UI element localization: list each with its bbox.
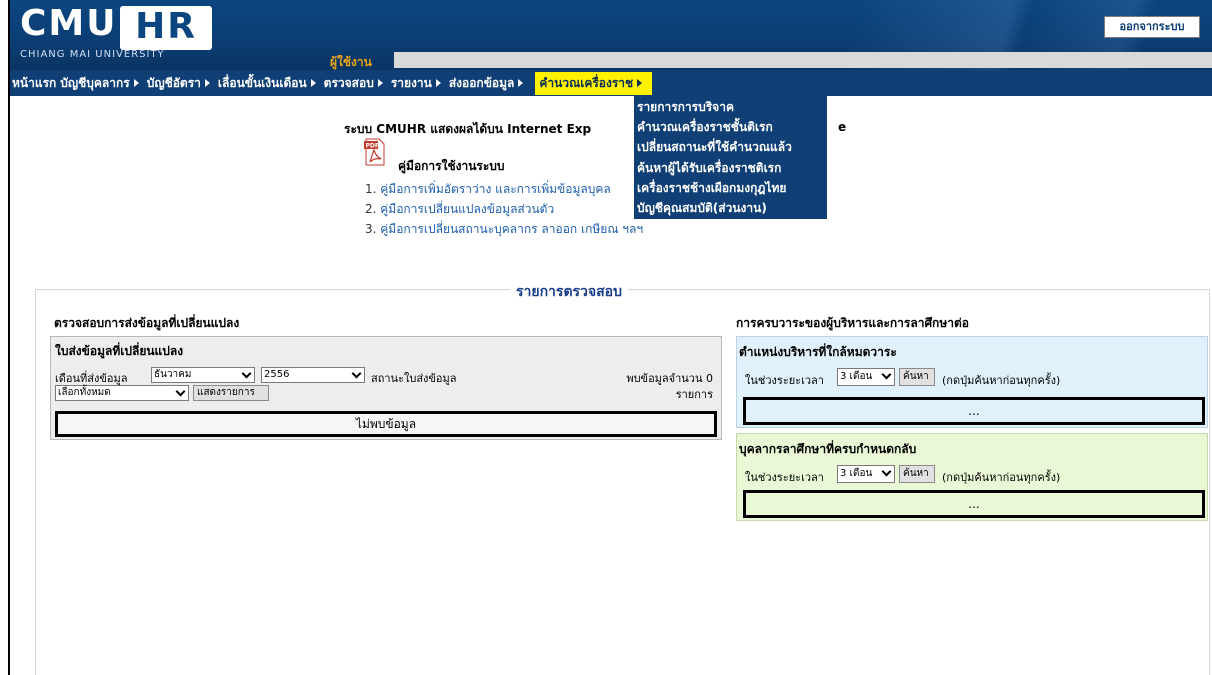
logo-cmu: CMU	[20, 3, 118, 44]
chevron-down-icon	[881, 466, 892, 477]
no-data-message: ไม่พบข้อมูล	[55, 411, 717, 437]
user-label: ผู้ใช้งาน	[330, 55, 372, 69]
nav-item-label: ตรวจสอบ	[323, 75, 374, 90]
exec-box-title: ตำแหน่งบริหารที่ใกล้หมดวาระ	[739, 345, 897, 359]
caret-right-icon	[310, 79, 316, 87]
study-result-placeholder: ...	[743, 490, 1205, 518]
manual-link[interactable]: คู่มือการเพิ่มอัตราว่าง และการเพิ่มข้อมู…	[380, 182, 610, 196]
chevron-down-icon	[351, 368, 362, 379]
dropdown-item-4[interactable]: เครื่องราชช้างเผือกมงกุฎไทย	[634, 178, 827, 198]
logo-hr: HR	[135, 6, 197, 47]
dropdown-item-0[interactable]: รายการการบริจาค	[634, 97, 827, 117]
svg-text:PDF: PDF	[366, 143, 379, 150]
user-info-bar	[394, 52, 1212, 68]
nav-item-2[interactable]: บัญชีอัตรา	[147, 74, 214, 93]
nav-item-4[interactable]: ตรวจสอบ	[324, 74, 387, 93]
dropdown-item-1[interactable]: คำนวณเครื่องราชชั้นติเรก	[634, 117, 827, 137]
month-value: ธันวาคม	[154, 369, 192, 380]
manual-number: 2.	[365, 202, 377, 216]
search-button[interactable]: ค้นหา	[899, 368, 935, 386]
check-title: รายการตรวจสอบ	[510, 281, 628, 303]
logo-hr-box: HR	[120, 6, 212, 50]
nav-item-label: ส่งออกข้อมูล	[448, 75, 515, 90]
nav-item-label: บัญชีบุคลากร	[60, 75, 130, 90]
status-select[interactable]: เลือกทั้งหมด	[55, 385, 189, 401]
app-frame: CMU HR CHIANG MAI UNIVERSITY ผู้ใช้งาน อ…	[8, 0, 1212, 675]
browser-notice-tail: e	[838, 120, 847, 134]
year-select[interactable]: 2556	[261, 367, 365, 383]
search-hint: (กดปุ่มค้นหาก่อนทุกครั้ง)	[942, 374, 1061, 387]
chevron-down-icon	[175, 386, 186, 397]
dropdown-item-2[interactable]: เปลี่ยนสถานะที่ใช้คำนวณแล้ว	[634, 137, 827, 157]
caret-right-icon	[518, 79, 524, 87]
nav-item-label: รายงาน	[390, 75, 432, 90]
manual-title: คู่มือการใช้งานระบบ	[398, 159, 505, 173]
dropdown-item-5[interactable]: บัญชีคุณสมบัติ(ส่วนงาน)	[634, 198, 827, 218]
caret-right-icon	[435, 79, 441, 87]
nav-item-label: คำนวณเครื่องราช	[539, 75, 634, 90]
month-select[interactable]: ธันวาคม	[151, 367, 255, 383]
executive-term-box: ตำแหน่งบริหารที่ใกล้หมดวาระ ในช่วงระยะเว…	[736, 336, 1208, 428]
manual-number: 1.	[365, 182, 377, 196]
caret-right-icon	[637, 79, 643, 87]
browser-notice: ระบบ CMUHR แสดงผลได้บน Internet Exp	[344, 122, 592, 136]
pdf-file-icon: PDF	[364, 138, 385, 166]
manual-item-2: 2. คู่มือการเปลี่ยนแปลงข้อมูลส่วนตัว	[365, 200, 554, 219]
logo-subtitle: CHIANG MAI UNIVERSITY	[20, 49, 165, 60]
nav-item-0[interactable]: หน้าแรก	[12, 74, 56, 93]
study-box-title: บุคลากรลาศึกษาที่ครบกำหนดกลับ	[739, 442, 917, 456]
show-list-button[interactable]: แสดงรายการ	[193, 385, 269, 401]
exec-result-placeholder: ...	[743, 397, 1205, 425]
change-check-heading: ตรวจสอบการส่งข้อมูลที่เปลี่ยนแปลง	[54, 316, 240, 330]
change-box-title: ใบส่งข้อมูลที่เปลี่ยนแปลง	[55, 344, 184, 358]
manual-item-3: 3. คู่มือการเปลี่ยนสถานะบุคลากร ลาออก เก…	[365, 220, 643, 239]
status-value: เลือกทั้งหมด	[58, 387, 111, 398]
manual-number: 3.	[365, 222, 377, 236]
dropdown-menu: รายการการบริจาค คำนวณเครื่องราชชั้นติเรกเ…	[634, 96, 827, 219]
nav-item-label: เลื่อนขั้นเงินเดือน	[217, 75, 307, 90]
chevron-down-icon	[241, 368, 252, 379]
range-select[interactable]: 3 เดือน	[837, 465, 895, 483]
range-label: ในช่วงระยะเวลา	[745, 471, 824, 484]
nav-item-3[interactable]: เลื่อนขั้นเงินเดือน	[218, 74, 320, 93]
nav-item-label: บัญชีอัตรา	[146, 75, 201, 90]
manual-link[interactable]: คู่มือการเปลี่ยนแปลงข้อมูลส่วนตัว	[380, 202, 554, 216]
search-button[interactable]: ค้นหา	[899, 465, 935, 483]
caret-right-icon	[133, 79, 139, 87]
nav-item-5[interactable]: รายงาน	[391, 74, 445, 93]
range-select[interactable]: 3 เดือน	[837, 368, 895, 386]
year-value: 2556	[264, 369, 290, 380]
nav-item-label: หน้าแรก	[12, 75, 57, 90]
study-leave-box: บุคลากรลาศึกษาที่ครบกำหนดกลับ ในช่วงระยะ…	[736, 433, 1208, 521]
range-label: ในช่วงระยะเวลา	[745, 374, 824, 387]
manual-link[interactable]: คู่มือการเปลี่ยนสถานะบุคลากร ลาออก เกษีย…	[380, 222, 643, 236]
main-nav: หน้าแรก บัญชีบุคลากร บัญชีอัตรา เลื่อนขั้นเ…	[10, 70, 1212, 96]
caret-right-icon	[204, 79, 210, 87]
nav-item-7[interactable]: คำนวณเครื่องราช	[535, 71, 653, 95]
dropdown-item-3[interactable]: ค้นหาผู้ได้รับเครื่องราชติเรก	[634, 158, 827, 178]
change-submission-box: ใบส่งข้อมูลที่เปลี่ยนแปลง เดือนที่ส่งข้อ…	[50, 336, 722, 440]
nav-item-6[interactable]: ส่งออกข้อมูล	[449, 74, 528, 93]
logout-button[interactable]: ออกจากระบบ	[1104, 16, 1200, 38]
header: CMU HR CHIANG MAI UNIVERSITY ผู้ใช้งาน อ…	[10, 0, 1212, 70]
status-label: สถานะใบส่งข้อมูล	[371, 372, 457, 385]
manual-item-1: 1. คู่มือการเพิ่มอัตราว่าง และการเพิ่มข้…	[365, 180, 611, 199]
nav-item-1[interactable]: บัญชีบุคลากร	[60, 74, 142, 93]
caret-right-icon	[377, 79, 383, 87]
chevron-down-icon	[881, 369, 892, 380]
search-hint: (กดปุ่มค้นหาก่อนทุกครั้ง)	[942, 471, 1061, 484]
range-value: 3 เดือน	[840, 371, 873, 382]
term-heading: การครบวาระของผู้บริหารและการลาศึกษาต่อ	[736, 316, 969, 330]
found-unit: รายการ	[675, 388, 713, 401]
range-value: 3 เดือน	[840, 468, 873, 479]
